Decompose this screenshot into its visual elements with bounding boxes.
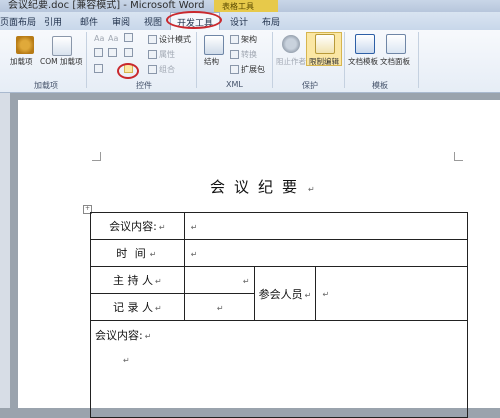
dropdown-control-icon[interactable]	[108, 48, 119, 57]
block-authors-icon	[282, 35, 300, 53]
table-row: 会议内容: ↵ ↵	[90, 212, 469, 240]
ribbon-tab-row: 页面布局 引用 邮件 审阅 视图 开发工具 设计 布局	[0, 12, 500, 31]
block-authors-button[interactable]: 阻止作者	[276, 56, 306, 67]
tab-references[interactable]: 引用	[44, 15, 62, 28]
tab-view[interactable]: 视图	[144, 15, 162, 28]
restrict-editing-button[interactable]: 限制编辑	[309, 56, 339, 67]
addins-group-label: 加载项	[34, 81, 58, 90]
lock-document-icon	[315, 34, 335, 54]
design-mode-button[interactable]: 设计模式	[148, 34, 191, 45]
recorder-label-cell[interactable]: 记 录 人 ↵	[90, 293, 185, 321]
table-row: 会议内容: ↵ ↵	[90, 320, 468, 418]
group-separator	[418, 32, 419, 88]
structure-button[interactable]: 结构	[204, 56, 219, 67]
legacy-tools-highlight-ellipse	[117, 63, 139, 79]
margin-corner-top-right	[454, 152, 463, 161]
design-mode-icon	[148, 35, 157, 44]
table-row: 时 间 ↵ ↵	[90, 239, 469, 267]
attendees-value-cell[interactable]: ↵	[315, 266, 468, 321]
tab-review[interactable]: 审阅	[112, 15, 130, 28]
attendees-label-cell[interactable]: 参会人员 ↵	[253, 266, 317, 321]
context-tab-header: 表格工具	[214, 0, 278, 12]
vertical-ruler[interactable]	[0, 93, 10, 408]
rich-text-control-icon[interactable]: Aa	[94, 34, 104, 43]
document-template-button[interactable]: 文档模板	[348, 56, 378, 67]
developer-tab-highlight-ellipse	[166, 11, 222, 29]
group-button[interactable]: 组合	[148, 64, 175, 75]
templates-group-label: 模板	[372, 81, 388, 90]
topic-label-cell[interactable]: 会议内容: ↵	[90, 212, 185, 240]
host-label-cell[interactable]: 主 持 人 ↵	[90, 266, 185, 294]
topic-value-cell[interactable]: ↵	[183, 212, 469, 240]
date-picker-control-icon[interactable]	[124, 48, 135, 57]
recorder-value-cell[interactable]: ↵	[183, 293, 255, 321]
plain-text-control-icon[interactable]: Aa	[108, 34, 118, 43]
ribbon: 加载项 COM 加载项 加载项 Aa Aa 设计模式 属性 组合 控件 结构 架…	[0, 30, 500, 93]
content-empty-paragraph: ↵	[123, 356, 130, 365]
properties-button[interactable]: 属性	[148, 49, 175, 60]
document-title: 会议纪要 ↵	[210, 178, 324, 196]
tab-page-layout[interactable]: 页面布局	[0, 15, 36, 28]
word-template-icon	[355, 34, 375, 54]
minutes-table: 会议内容: ↵ ↵ 时 间 ↵ ↵ 主 持 人 ↵ ↵ 参会人员 ↵ ↵ 记 录 人 ↵	[90, 212, 469, 418]
transform-button[interactable]: 转换	[230, 49, 257, 60]
context-tab-header-label: 表格工具	[222, 2, 254, 11]
content-cell[interactable]: 会议内容: ↵ ↵	[90, 320, 468, 418]
margin-corner-top-left	[92, 152, 101, 161]
title-bar: 会议纪要.doc [兼容模式] - Microsoft Word 表格工具	[0, 0, 500, 12]
gear-addin-icon	[16, 36, 34, 54]
addins-button[interactable]: 加载项	[10, 56, 33, 67]
tab-mailings[interactable]: 邮件	[80, 15, 98, 28]
properties-icon	[148, 50, 157, 59]
group-separator	[86, 32, 87, 88]
schema-button[interactable]: 架构	[230, 34, 257, 45]
transform-icon	[230, 50, 239, 59]
group-icon	[148, 65, 157, 74]
table-row: 主 持 人 ↵ ↵ 参会人员 ↵ ↵	[90, 266, 468, 321]
expansion-pack-button[interactable]: 扩展包	[230, 64, 265, 75]
time-value-cell[interactable]: ↵	[183, 239, 469, 267]
group-separator	[196, 32, 197, 88]
time-label-cell[interactable]: 时 间 ↵	[90, 239, 185, 267]
picture-control-icon[interactable]	[124, 33, 135, 42]
group-separator	[344, 32, 345, 88]
window-title: 会议纪要.doc [兼容模式] - Microsoft Word	[8, 0, 205, 11]
host-value-cell[interactable]: ↵	[183, 266, 255, 294]
combo-box-control-icon[interactable]	[94, 48, 105, 57]
tab-layout[interactable]: 布局	[262, 15, 280, 28]
structure-icon	[204, 35, 224, 55]
building-block-control-icon[interactable]	[94, 64, 105, 73]
schema-icon	[230, 35, 239, 44]
com-addin-icon	[52, 36, 72, 56]
group-separator	[272, 32, 273, 88]
protect-group-label: 保护	[302, 81, 318, 90]
com-addins-button[interactable]: COM 加载项	[40, 56, 83, 67]
controls-group-label: 控件	[136, 81, 152, 90]
tab-design[interactable]: 设计	[230, 15, 248, 28]
document-panel-button[interactable]: 文档面板	[380, 56, 410, 67]
expansion-pack-icon	[230, 65, 239, 74]
xml-group-label: XML	[226, 80, 243, 89]
document-panel-icon	[386, 34, 406, 54]
